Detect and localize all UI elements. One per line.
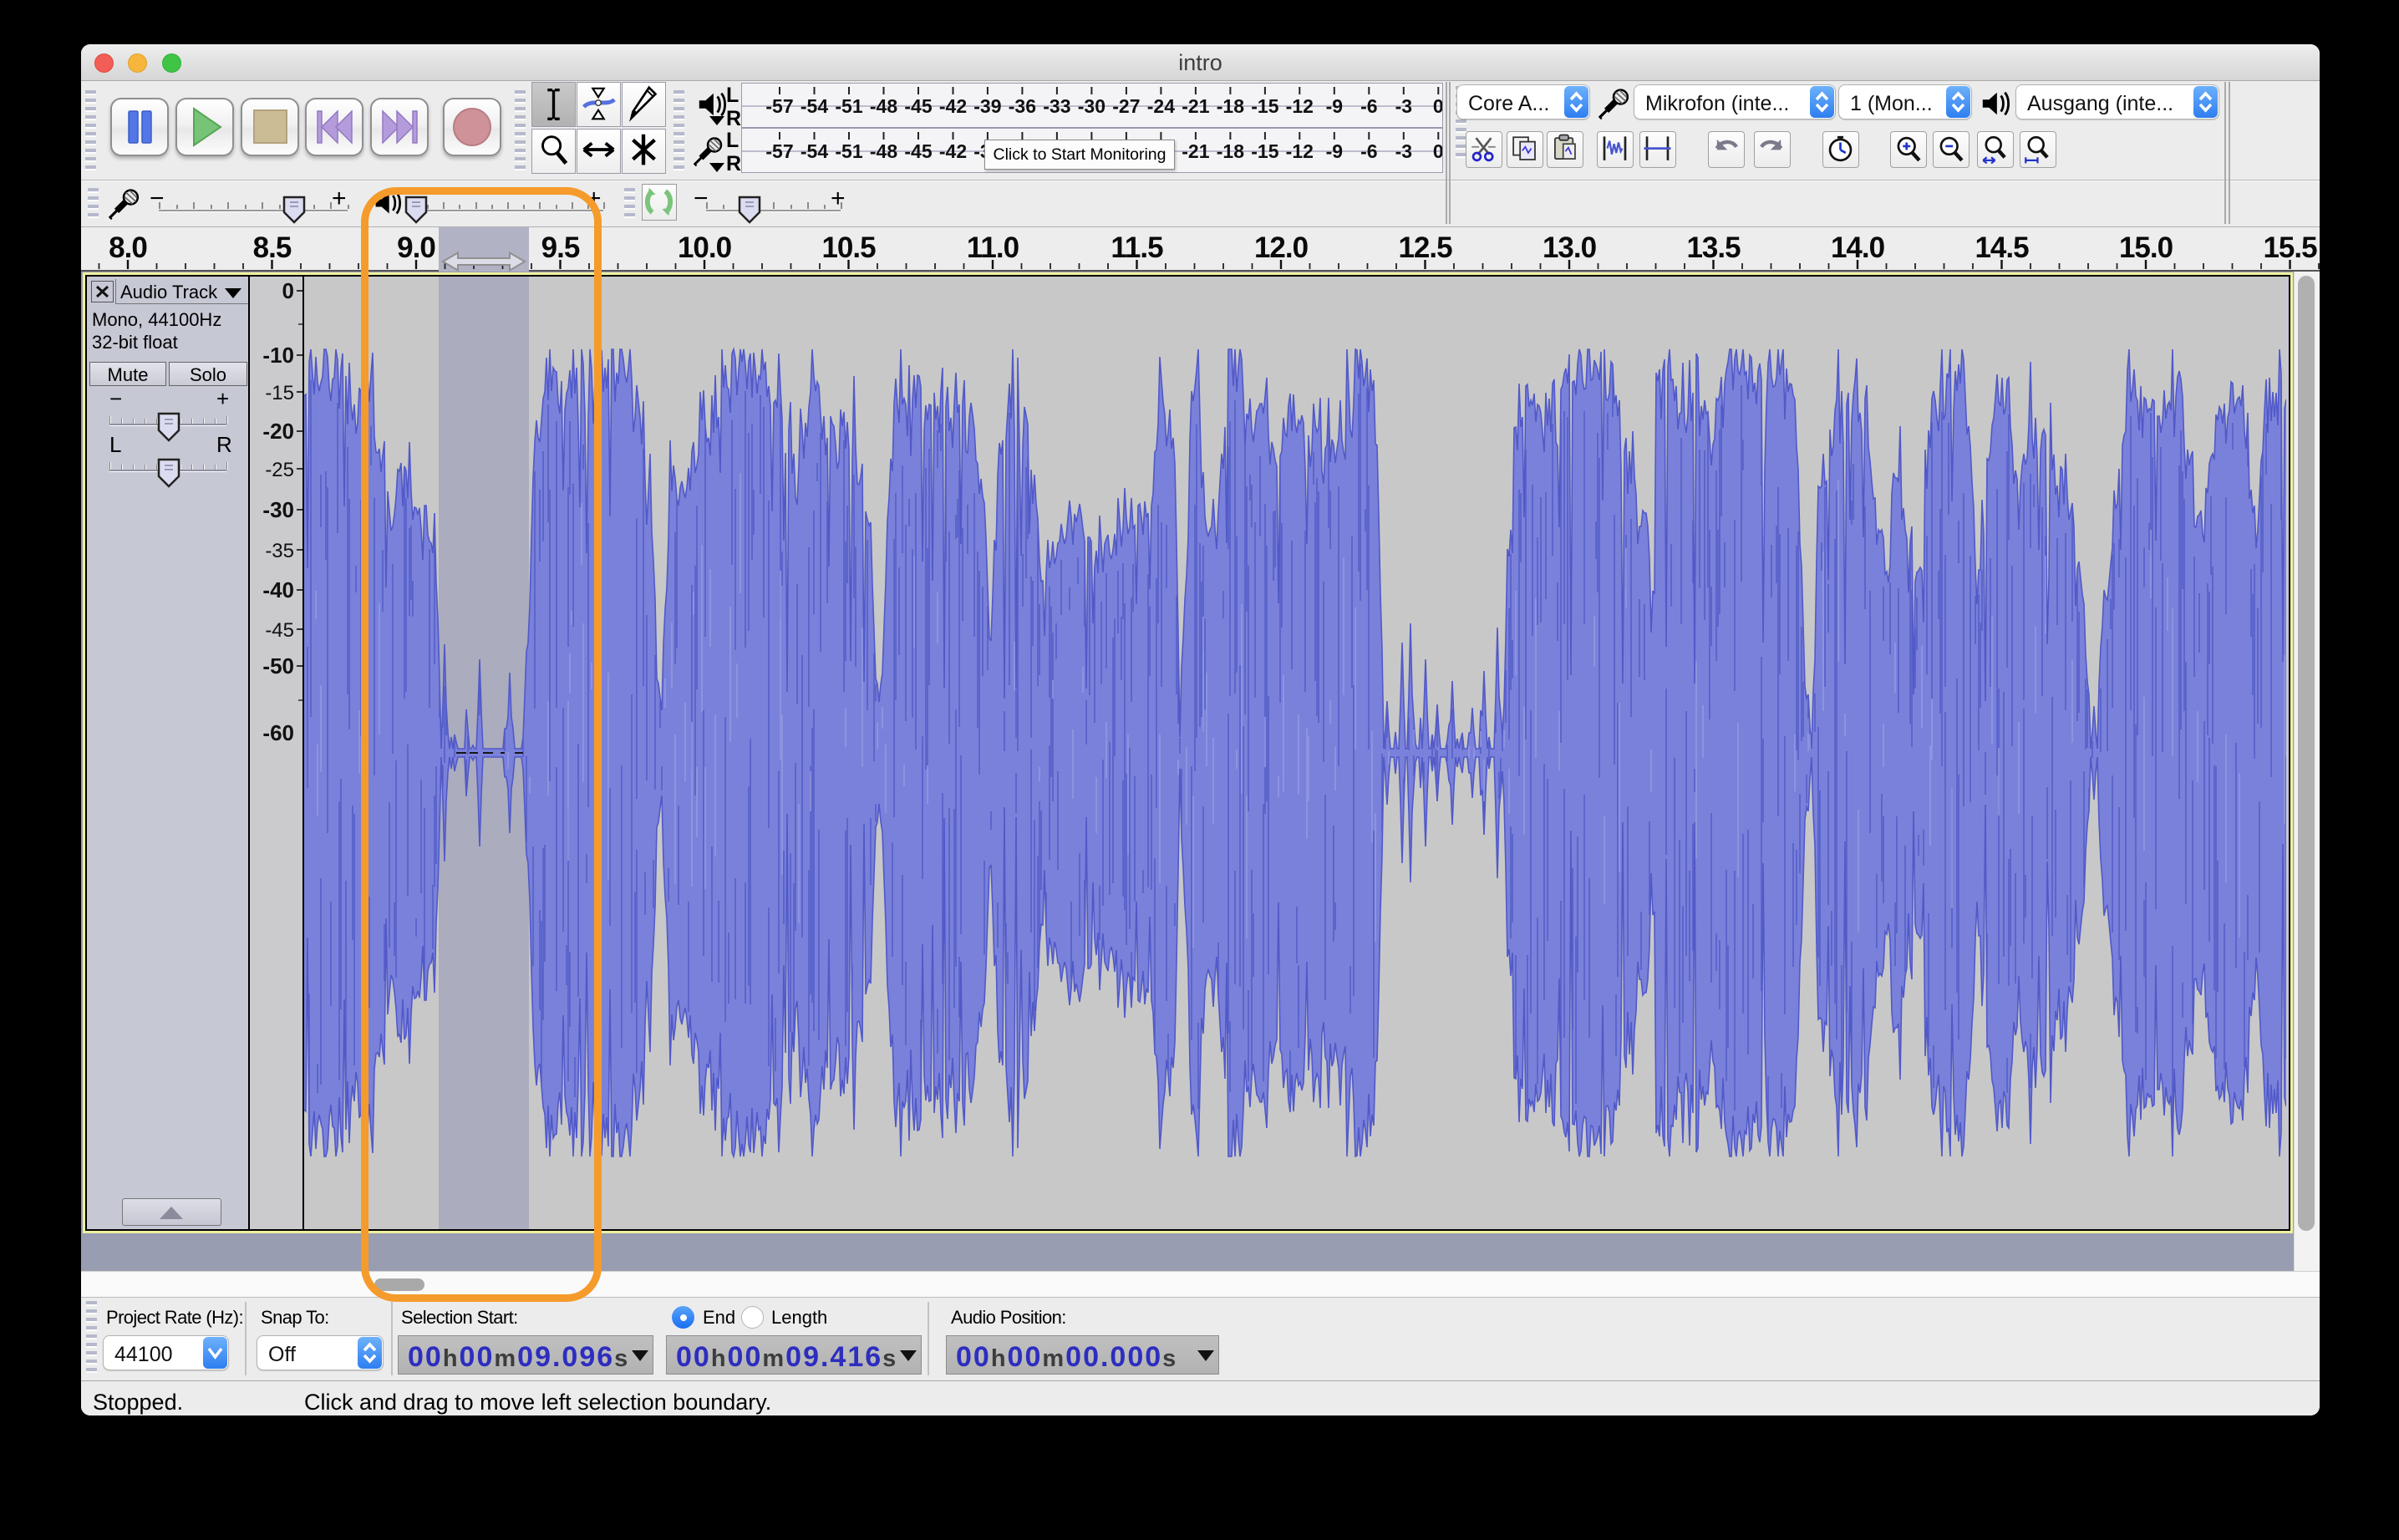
svg-text:-10: -10 bbox=[262, 343, 294, 368]
svg-text:-15: -15 bbox=[1251, 95, 1278, 117]
svg-text:-3: -3 bbox=[1395, 95, 1412, 117]
svg-text:-20: -20 bbox=[262, 419, 294, 444]
svg-text:-18: -18 bbox=[1217, 140, 1244, 162]
svg-text:-33: -33 bbox=[1043, 95, 1070, 117]
svg-text:-6: -6 bbox=[1360, 95, 1377, 117]
svg-text:-15: -15 bbox=[265, 382, 294, 404]
svg-text:-42: -42 bbox=[939, 140, 967, 162]
svg-text:-30: -30 bbox=[1078, 95, 1105, 117]
svg-text:-42: -42 bbox=[939, 95, 967, 117]
svg-text:-6: -6 bbox=[1360, 140, 1377, 162]
svg-text:-24: -24 bbox=[1147, 95, 1175, 117]
svg-text:0: 0 bbox=[282, 278, 294, 303]
svg-text:14.5: 14.5 bbox=[1975, 231, 2029, 264]
svg-text:-45: -45 bbox=[265, 619, 294, 642]
svg-text:-21: -21 bbox=[1182, 140, 1209, 162]
svg-text:-51: -51 bbox=[835, 140, 862, 162]
svg-text:0: 0 bbox=[1433, 140, 1442, 162]
svg-text:-3: -3 bbox=[1395, 140, 1412, 162]
svg-text:-60: -60 bbox=[262, 720, 294, 745]
svg-text:-27: -27 bbox=[1112, 95, 1140, 117]
svg-text:-12: -12 bbox=[1286, 140, 1314, 162]
svg-text:14.0: 14.0 bbox=[1831, 231, 1885, 264]
svg-text:13.0: 13.0 bbox=[1543, 231, 1597, 264]
svg-text:-35: -35 bbox=[265, 540, 294, 562]
svg-text:-15: -15 bbox=[1251, 140, 1278, 162]
svg-text:-57: -57 bbox=[765, 95, 793, 117]
svg-text:-9: -9 bbox=[1326, 140, 1343, 162]
svg-text:8.5: 8.5 bbox=[253, 231, 292, 264]
svg-text:12.0: 12.0 bbox=[1254, 231, 1309, 264]
svg-text:-45: -45 bbox=[904, 95, 932, 117]
svg-text:15.0: 15.0 bbox=[2119, 231, 2173, 264]
svg-text:-25: -25 bbox=[265, 459, 294, 481]
svg-text:-48: -48 bbox=[870, 140, 897, 162]
svg-text:-54: -54 bbox=[801, 140, 828, 162]
svg-text:-36: -36 bbox=[1009, 95, 1036, 117]
svg-text:-9: -9 bbox=[1326, 95, 1343, 117]
svg-text:11.5: 11.5 bbox=[1111, 231, 1163, 264]
svg-text:-21: -21 bbox=[1182, 95, 1209, 117]
svg-text:10.0: 10.0 bbox=[678, 231, 732, 264]
svg-text:-30: -30 bbox=[262, 497, 294, 522]
svg-text:-45: -45 bbox=[904, 140, 932, 162]
svg-text:-54: -54 bbox=[801, 95, 828, 117]
svg-text:11.0: 11.0 bbox=[967, 231, 1019, 264]
svg-text:12.5: 12.5 bbox=[1398, 231, 1452, 264]
svg-text:-18: -18 bbox=[1217, 95, 1244, 117]
svg-text:15.5: 15.5 bbox=[2263, 231, 2317, 264]
svg-text:-57: -57 bbox=[765, 140, 793, 162]
svg-text:-48: -48 bbox=[870, 95, 897, 117]
svg-text:8.0: 8.0 bbox=[109, 231, 147, 264]
svg-text:-12: -12 bbox=[1286, 95, 1314, 117]
svg-text:0: 0 bbox=[1433, 95, 1442, 117]
svg-text:13.5: 13.5 bbox=[1686, 231, 1741, 264]
svg-text:-51: -51 bbox=[835, 95, 862, 117]
svg-text:-39: -39 bbox=[973, 95, 1001, 117]
svg-text:10.5: 10.5 bbox=[821, 231, 876, 264]
svg-text:-40: -40 bbox=[262, 577, 294, 602]
svg-text:-50: -50 bbox=[262, 653, 294, 679]
